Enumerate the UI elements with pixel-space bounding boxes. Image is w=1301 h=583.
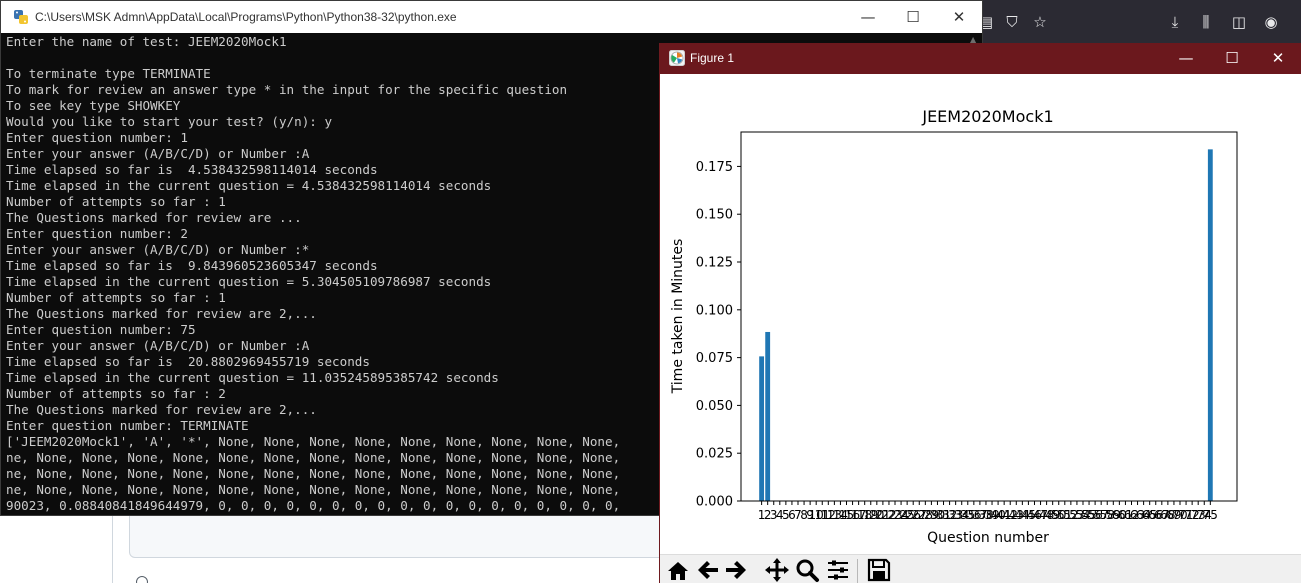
- zoom-icon[interactable]: [793, 557, 821, 583]
- bookmark-star-icon[interactable]: ☆: [1030, 12, 1050, 32]
- subplots-icon[interactable]: [824, 557, 852, 583]
- console-line: To mark for review an answer type * in t…: [6, 82, 568, 97]
- library-icon[interactable]: ⫼: [1196, 12, 1216, 32]
- x-tick-label: 75: [1203, 508, 1218, 522]
- console-line: Would you like to start your test? (y/n)…: [6, 114, 333, 129]
- account-icon[interactable]: ◉: [1261, 12, 1281, 32]
- y-tick-label: 0.000: [696, 495, 733, 510]
- console-line: To see key type SHOWKEY: [6, 98, 181, 113]
- console-line: ne, None, None, None, None, None, None, …: [6, 466, 621, 481]
- console-line: 90023, 0.08840841849644979, 0, 0, 0, 0, …: [6, 498, 621, 513]
- forward-arrow-icon[interactable]: [722, 557, 750, 583]
- sidebar-icon[interactable]: ◫: [1229, 12, 1249, 32]
- y-tick-label: 0.025: [696, 447, 733, 462]
- bar: [1207, 149, 1213, 501]
- console-line: Time elapsed in the current question = 4…: [6, 178, 492, 193]
- y-tick-label: 0.175: [696, 160, 733, 175]
- console-line: To terminate type TERMINATE: [6, 66, 211, 81]
- console-line: Enter your answer (A/B/C/D) or Number :A: [6, 146, 310, 161]
- pan-icon[interactable]: [763, 557, 791, 583]
- console-line: Number of attempts so far : 1: [6, 290, 226, 305]
- console-line: Enter your answer (A/B/C/D) or Number :A: [6, 338, 310, 353]
- figure-title-bar[interactable]: Figure 1 — ☐ ✕: [660, 43, 1301, 74]
- download-icon[interactable]: ⤓: [1165, 12, 1185, 32]
- bar: [759, 356, 765, 501]
- console-line: The Questions marked for review are 2,..…: [6, 402, 317, 417]
- chart-title: JEEM2020Mock1: [921, 107, 1053, 126]
- console-line: ['JEEM2020Mock1', 'A', '*', None, None, …: [6, 434, 621, 449]
- console-line: Time elapsed in the current question = 1…: [6, 370, 499, 385]
- console-line: Enter question number: 75: [6, 322, 196, 337]
- minimize-icon[interactable]: —: [845, 1, 891, 33]
- console-line: The Questions marked for review are 2,..…: [6, 306, 317, 321]
- console-line: Number of attempts so far : 2: [6, 386, 226, 401]
- close-icon[interactable]: ✕: [1255, 43, 1301, 74]
- commit-option[interactable]: [136, 574, 174, 583]
- y-tick-label: 0.150: [696, 208, 733, 223]
- console-line: Time elapsed so far is 9.843960523605347…: [6, 258, 378, 273]
- figure-title: Figure 1: [690, 51, 735, 65]
- toolbar-separator: [857, 559, 858, 583]
- console-line: Number of attempts so far : 1: [6, 194, 226, 209]
- console-output[interactable]: Enter the name of test: JEEM2020Mock1 To …: [6, 34, 661, 514]
- console-line: Enter the name of test: JEEM2020Mock1: [6, 34, 287, 49]
- y-axis-label: Time taken in Minutes: [670, 239, 686, 395]
- console-line: Enter your answer (A/B/C/D) or Number :*: [6, 242, 310, 257]
- maximize-icon[interactable]: ☐: [890, 1, 936, 33]
- figure-canvas[interactable]: JEEM2020Mock1 0.000 0.025 0.050 0.075 0.100 0…: [660, 74, 1301, 554]
- maximize-icon[interactable]: ☐: [1209, 43, 1255, 74]
- save-icon[interactable]: [865, 557, 893, 583]
- figure-toolbar: [660, 554, 1301, 583]
- pocket-icon[interactable]: ⛉: [1002, 12, 1022, 32]
- back-arrow-icon[interactable]: [694, 557, 722, 583]
- radio-icon[interactable]: [136, 576, 148, 583]
- y-tick-label: 0.050: [696, 399, 733, 414]
- home-icon[interactable]: [664, 557, 692, 583]
- y-tick-label: 0.125: [696, 256, 733, 271]
- close-icon[interactable]: ✕: [936, 1, 982, 33]
- console-line: Enter question number: 1: [6, 130, 188, 145]
- bar: [765, 331, 771, 501]
- console-line: Time elapsed in the current question = 5…: [6, 274, 492, 289]
- figure-window[interactable]: Figure 1 — ☐ ✕ JEEM2020Mock1 0.000 0.025 0…: [659, 43, 1301, 583]
- console-line: Enter question number: 2: [6, 226, 188, 241]
- console-line: The Questions marked for review are ...: [6, 210, 302, 225]
- console-line: ne, None, None, None, None, None, None, …: [6, 450, 621, 465]
- bar-chart[interactable]: JEEM2020Mock1 0.000 0.025 0.050 0.075 0.100 0…: [660, 74, 1301, 554]
- python-icon: [14, 10, 28, 24]
- x-axis-label: Question number: [927, 530, 1049, 546]
- y-tick-label: 0.075: [696, 351, 733, 366]
- y-tick-label: 0.100: [696, 303, 733, 318]
- console-title-bar[interactable]: C:\Users\MSK Admn\AppData\Local\Programs…: [1, 1, 982, 33]
- minimize-icon[interactable]: —: [1163, 43, 1209, 74]
- plot-area: [740, 131, 1238, 502]
- console-line: Enter question number: TERMINATE: [6, 418, 249, 433]
- console-line: Time elapsed so far is 20.8802969455719 …: [6, 354, 370, 369]
- console-line: Time elapsed so far is 4.538432598114014…: [6, 162, 378, 177]
- console-line: ne, None, None, None, None, None, None, …: [6, 482, 621, 497]
- matplotlib-icon: [669, 50, 685, 66]
- console-title: C:\Users\MSK Admn\AppData\Local\Programs…: [35, 10, 457, 24]
